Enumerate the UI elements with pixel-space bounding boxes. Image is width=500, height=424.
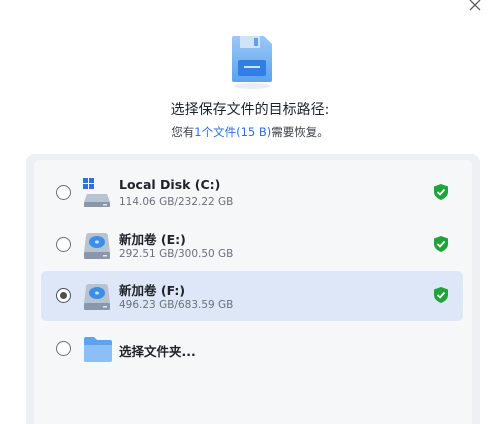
choose-folder-option[interactable]: 选择文件夹... <box>41 324 463 374</box>
drive-icon <box>83 281 111 311</box>
radio-button[interactable] <box>56 341 71 356</box>
shield-check-icon <box>434 184 448 200</box>
folder-icon <box>83 334 112 364</box>
radio-button[interactable] <box>56 185 71 200</box>
drive-option-c[interactable]: Local Disk (C:) 114.06 GB/232.22 GB <box>41 168 463 218</box>
shield-check-icon <box>434 287 448 303</box>
subtitle-suffix: 需要恢复。 <box>271 125 329 139</box>
save-file-icon <box>228 34 276 90</box>
drive-option-e[interactable]: 新加卷 (E:) 292.51 GB/300.50 GB <box>41 220 463 270</box>
drive-capacity: 292.51 GB/300.50 GB <box>119 248 234 260</box>
close-button[interactable] <box>464 0 486 16</box>
dialog-subtitle: 您有1个文件(15 B)需要恢复。 <box>0 124 500 140</box>
drive-option-f[interactable]: 新加卷 (F:) 496.23 GB/683.59 GB <box>41 271 463 321</box>
file-count-highlight: 1个文件(15 B) <box>194 125 272 139</box>
drive-name: 新加卷 (F:) <box>119 283 186 298</box>
drive-capacity: 496.23 GB/683.59 GB <box>119 299 234 311</box>
drive-name: 新加卷 (E:) <box>119 232 186 247</box>
radio-button[interactable] <box>56 237 71 252</box>
drive-icon <box>83 230 111 260</box>
radio-button-checked[interactable] <box>56 288 71 303</box>
close-icon <box>469 0 481 11</box>
shield-check-icon <box>434 236 448 252</box>
subtitle-prefix: 您有 <box>171 125 195 139</box>
choose-folder-label: 选择文件夹... <box>119 344 196 359</box>
dialog-title: 选择保存文件的目标路径: <box>170 102 330 118</box>
drive-capacity: 114.06 GB/232.22 GB <box>119 196 234 208</box>
windows-drive-icon <box>83 178 111 208</box>
drive-name: Local Disk (C:) <box>119 177 221 192</box>
